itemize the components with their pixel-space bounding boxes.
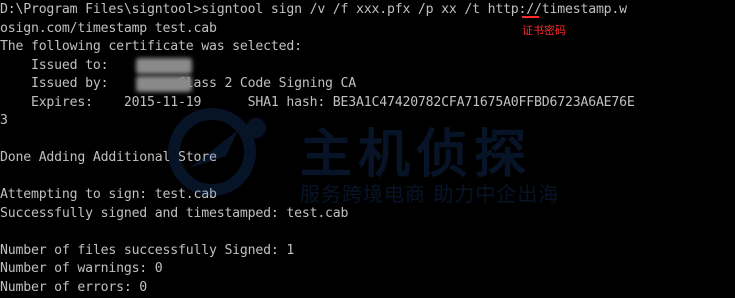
console-line: Expires: 2015-11-19 SHA1 hash: BE3A1C474… (0, 94, 635, 110)
console-window: D:\Program Files\signtool>signtool sign … (0, 0, 735, 298)
console-line: osign.com/timestamp test.cab (0, 20, 217, 36)
console-line: Issued to: (0, 57, 109, 73)
console-line: Successfully signed and timestamped: tes… (0, 205, 349, 221)
console-line: Number of files successfully Signed: 1 (0, 242, 295, 258)
watermark-title: 主机侦探 (300, 125, 533, 185)
redacted-issued-to (136, 58, 192, 74)
watermark: 主机侦探 服务跨境电商 助力中企出海 (160, 108, 620, 208)
password-annotation: 证书密码 (522, 24, 566, 37)
watermark-subtitle: 服务跨境电商 助力中企出海 (300, 182, 560, 206)
console-line: The following certificate was selected: (0, 39, 302, 54)
console-line: Number of warnings: 0 (0, 261, 163, 276)
console-line: 3 (0, 113, 8, 128)
console-line: Number of errors: 0 (0, 279, 148, 295)
console-line: Done Adding Additional Store (0, 150, 217, 165)
redacted-issued-by (136, 76, 192, 92)
password-underline (522, 16, 539, 18)
console-line: Attempting to sign: test.cab (0, 187, 217, 202)
